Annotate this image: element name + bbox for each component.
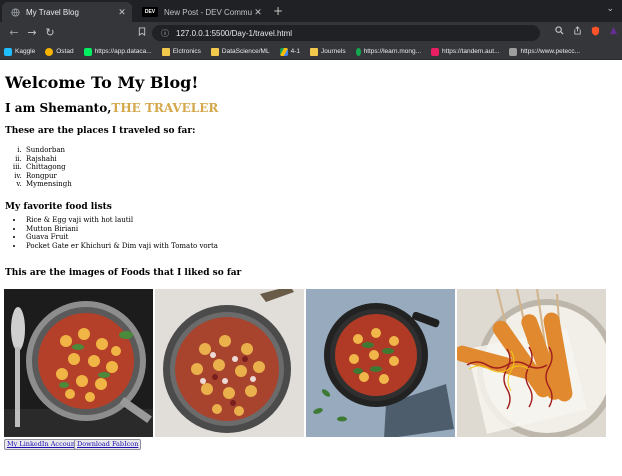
linkedin-account-button[interactable]: My LinkedIn Account	[4, 439, 81, 450]
address-url: 127.0.0.1:5500/Day-1/travel.html	[176, 28, 293, 38]
zoom-icon[interactable]	[552, 26, 566, 40]
intro-accent: THE TRAVELER	[111, 101, 219, 115]
page-title: Welcome To My Blog!	[5, 73, 199, 92]
bookmark-ostad[interactable]: Ostad	[45, 47, 74, 56]
bookmark-petecc[interactable]: https://www.petecc...	[509, 47, 581, 56]
datacamp-icon	[83, 47, 92, 56]
ostad-icon	[45, 47, 54, 56]
list-item: Guava Fruit	[24, 233, 218, 242]
bookmark-folder-elctronics[interactable]: Elctronics	[161, 47, 201, 56]
brave-rewards-icon[interactable]	[606, 26, 620, 40]
bookmark-label: 4-1	[290, 48, 300, 55]
folder-icon	[161, 47, 170, 56]
places-list: Sundorban Rajshahi Chittagong Rongpur My…	[24, 146, 72, 189]
folder-icon	[310, 47, 318, 56]
intro-prefix: I am Shemanto,	[5, 101, 112, 115]
tab-title: New Post - DEV Community	[164, 7, 252, 17]
bookmark-label: Ostad	[56, 48, 74, 55]
forward-button[interactable]: →	[24, 25, 40, 41]
kaggle-icon	[4, 47, 12, 56]
bookmark-label: https://app.dataca...	[94, 48, 152, 55]
list-item: Rongpur	[24, 172, 72, 181]
list-item: Chittagong	[24, 163, 72, 172]
bookmark-label: Kaggle	[15, 48, 36, 55]
dev-logo-icon: DEV	[142, 7, 158, 17]
mongodb-leaf-icon	[355, 47, 361, 56]
intro-heading: I am Shemanto,THE TRAVELER	[5, 101, 218, 115]
close-tab-icon[interactable]: ✕	[116, 7, 128, 18]
food-image-gnocchi-pan	[4, 289, 153, 437]
list-item: Rice & Egg vaji with hot lautil	[24, 216, 218, 225]
places-heading: These are the places I traveled so far:	[5, 126, 196, 136]
bookmark-tandem[interactable]: https://tandem.aut...	[431, 47, 500, 56]
web-page: Welcome To My Blog! I am Shemanto,THE TR…	[0, 61, 622, 476]
site-info-icon[interactable]: ⓘ	[158, 28, 172, 39]
globe-icon	[10, 7, 20, 17]
browser-tab-bar: My Travel Blog ✕ DEV New Post - DEV Comm…	[0, 0, 622, 22]
new-tab-button[interactable]: +	[270, 3, 286, 19]
bookmark-folder-datascience[interactable]: DataScience/ML	[210, 47, 270, 56]
page-icon	[509, 47, 518, 56]
foods-heading: My favorite food lists	[5, 202, 112, 212]
bookmark-folder-journels[interactable]: Journels	[310, 47, 346, 56]
tab-my-travel-blog[interactable]: My Travel Blog ✕	[2, 2, 132, 22]
bookmark-mongodb[interactable]: https://learn.mong...	[355, 47, 422, 56]
food-image-gnocchi-skillet	[155, 289, 304, 437]
list-item: Mymensingh	[24, 180, 72, 189]
bookmarks-bar: Kaggle Ostad https://app.dataca... Elctr…	[0, 44, 622, 60]
bookmark-kaggle[interactable]: Kaggle	[4, 47, 36, 56]
share-icon[interactable]	[570, 26, 584, 40]
list-item: Sundorban	[24, 146, 72, 155]
browser-toolbar: ← → ↻ ⓘ 127.0.0.1:5500/Day-1/travel.html	[0, 22, 622, 44]
brave-shield-icon[interactable]	[588, 26, 602, 40]
bookmark-label: Elctronics	[172, 48, 201, 55]
list-item: Pocket Gate er Khichuri & Dim vaji with …	[24, 242, 218, 251]
bookmark-label: Journels	[321, 48, 346, 55]
back-button[interactable]: ←	[6, 25, 22, 41]
food-image-corn-dogs	[457, 289, 606, 437]
bookmark-label: https://learn.mong...	[363, 48, 422, 55]
folder-icon	[210, 47, 219, 56]
tab-title: My Travel Blog	[26, 7, 79, 17]
food-gallery	[4, 289, 608, 437]
download-favicon-button[interactable]: Download FabIcon	[74, 439, 142, 450]
list-item: Mutton Biriani	[24, 225, 218, 234]
tandem-icon	[431, 47, 440, 56]
google-drive-icon	[279, 47, 288, 56]
list-item: Rajshahi	[24, 155, 72, 164]
food-image-skillet-blue	[306, 289, 455, 437]
bookmark-label: https://tandem.aut...	[442, 48, 500, 55]
tab-search-icon[interactable]: ⌄	[606, 4, 614, 14]
bookmark-label: https://www.petecc...	[520, 48, 581, 55]
tab-dev-community[interactable]: DEV New Post - DEV Community ✕	[134, 2, 268, 22]
bookmark-4-1[interactable]: 4-1	[279, 47, 300, 56]
close-tab-icon[interactable]: ✕	[252, 7, 264, 18]
bookmark-page-icon[interactable]	[134, 25, 150, 41]
images-heading: This are the images of Foods that I like…	[5, 268, 242, 278]
reload-button[interactable]: ↻	[42, 25, 58, 41]
bookmark-datacamp[interactable]: https://app.dataca...	[83, 47, 152, 56]
foods-list: Rice & Egg vaji with hot lautil Mutton B…	[24, 216, 218, 250]
bookmark-label: DataScience/ML	[221, 48, 270, 55]
address-bar[interactable]: ⓘ 127.0.0.1:5500/Day-1/travel.html	[152, 25, 540, 41]
